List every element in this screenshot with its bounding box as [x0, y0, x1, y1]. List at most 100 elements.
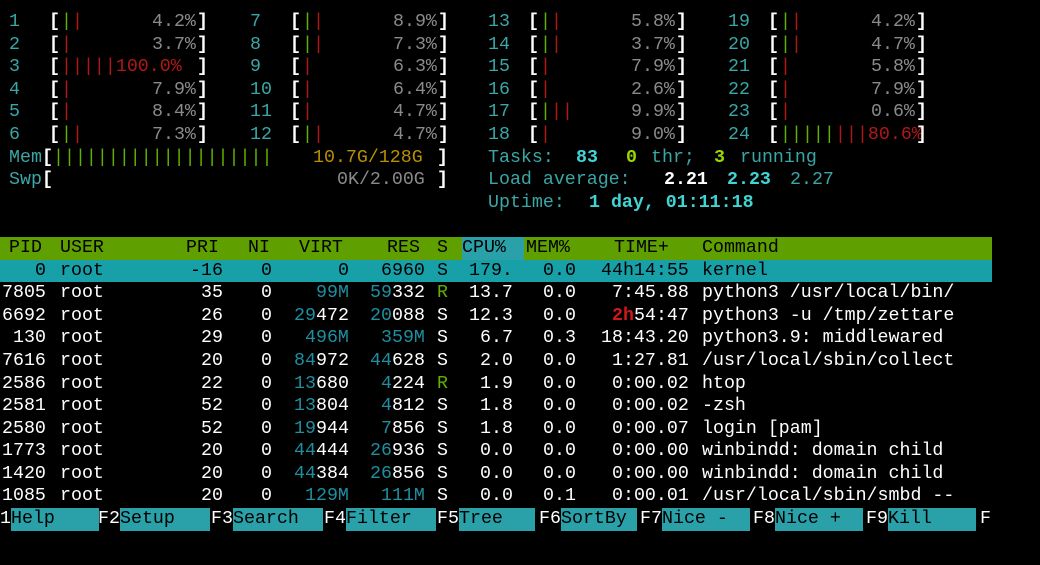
- fkey-label[interactable]: Nice -: [662, 508, 750, 531]
- col-res[interactable]: RES: [387, 237, 420, 260]
- cell-state: S: [437, 350, 448, 371]
- cpu-bar: |: [780, 34, 791, 55]
- cell-pid: 7616: [2, 350, 46, 371]
- cpu-bracket-close: ]: [197, 57, 208, 78]
- col-cpu[interactable]: CPU%: [462, 236, 524, 260]
- col-virt[interactable]: VIRT: [299, 237, 343, 260]
- cell-pri: 20: [201, 463, 223, 484]
- cell-command: winbindd: domain child: [702, 463, 944, 484]
- col-command[interactable]: Command: [702, 237, 779, 260]
- cpu-id: 12: [250, 124, 272, 145]
- col-time[interactable]: TIME+: [614, 237, 669, 260]
- cpu-percent: 9.0%: [631, 124, 675, 145]
- cpu-meter-row: 1[| | 4.2%] 7[| | 8.9%] 13[| | 5.8%] 19[| | 4.2%]: [0, 11, 1040, 34]
- fkey-nice-[interactable]: F7: [640, 508, 662, 531]
- cpu-bracket-open: [: [290, 34, 301, 55]
- fkey-tree[interactable]: F5: [437, 508, 459, 531]
- cell-pri: 26: [201, 305, 223, 326]
- table-row[interactable]: 1420 root 20 0 44 384 26 856 S 0.0 0.0 0:00.00 winbi…: [0, 463, 1040, 486]
- fkey-setup[interactable]: F2: [98, 508, 120, 531]
- cell-command: python3 -u /tmp/zettare: [702, 305, 955, 326]
- load-label: Load average:: [488, 170, 631, 191]
- table-row[interactable]: 2581 root 52 0 13 804 4 812 S 1.8 0.0 0:00.02 -zsh: [0, 395, 1040, 418]
- col-ni[interactable]: NI: [248, 237, 270, 260]
- col-pid[interactable]: PID: [9, 237, 42, 260]
- cpu-meter-row: 6[| | 7.3%] 12[| | 4.7%] 18[| 9.0%] 24[||||| |||8…: [0, 124, 1040, 147]
- cpu-bracket-open: [: [528, 102, 539, 123]
- cpu-bracket-close: ]: [197, 12, 208, 32]
- cell-time: 0:00.02: [612, 373, 689, 394]
- table-row[interactable]: 2586 root 22 0 13 680 4 224 R 1.9 0.0 0:00.02 htop: [0, 373, 1040, 396]
- cpu-percent: 7.9%: [631, 57, 675, 78]
- cpu-bar: |: [540, 79, 551, 100]
- mem-bar: ||||||||||||||||||||: [53, 147, 273, 168]
- cpu-percent: 7.3%: [152, 124, 196, 145]
- cpu-id: 16: [488, 79, 510, 100]
- fkey-help[interactable]: 1: [0, 508, 11, 531]
- cell-user: root: [60, 328, 104, 349]
- fkey-label[interactable]: Help: [11, 508, 99, 531]
- cpu-bar: |: [61, 79, 72, 100]
- swp-value: 0K/2.00G: [337, 170, 425, 191]
- cell-mem: 0.0: [543, 305, 576, 326]
- cpu-bracket-close: ]: [438, 34, 449, 55]
- cpu-bar: |: [540, 102, 551, 123]
- fkey-label[interactable]: Nice +: [775, 508, 863, 531]
- fkey-label[interactable]: Setup: [120, 508, 210, 531]
- cell-res: 936: [392, 441, 425, 462]
- cell-cpu: 12.3: [469, 305, 513, 326]
- table-row[interactable]: 7616 root 20 0 84 972 44 628 S 2.0 0.0 1:27.81/usr/…: [0, 350, 1040, 373]
- cell-virt: 972: [316, 350, 349, 371]
- cpu-id: 3: [9, 57, 20, 78]
- cpu-percent: 6.4%: [393, 79, 437, 100]
- cpu-bracket-close: ]: [916, 34, 927, 55]
- fkey-kill[interactable]: F9: [866, 508, 888, 531]
- cell-virt: 804: [316, 396, 349, 417]
- cpu-bar: |||||: [780, 124, 835, 145]
- process-table-header[interactable]: PID USER PRI NI VIRT RES S CPU% MEM% TIM…: [0, 236, 992, 260]
- fkey-label[interactable]: Kill: [888, 508, 976, 531]
- fkey-label[interactable]: Filter: [346, 508, 436, 531]
- cell-virt: 384: [316, 463, 349, 484]
- table-row[interactable]: 1773 root 20 0 44 444 26 936 S 0.0 0.0 0:00.00 winbi…: [0, 440, 1040, 463]
- cell-virt: 84: [294, 350, 316, 371]
- table-row[interactable]: 7805 root 35 0 99M 59 332 R 13.7 0.0 7:45.88 python…: [0, 282, 1040, 305]
- cpu-percent: 7.3%: [393, 34, 437, 55]
- cell-virt: 472: [316, 305, 349, 326]
- cell-cpu: 1.9: [480, 373, 513, 394]
- cpu-meters: 1[| | 4.2%] 7[| | 8.9%] 13[| | 5.8%] 19[| | 4.2%] 2[…: [0, 11, 1040, 147]
- fkey-search[interactable]: F3: [211, 508, 233, 531]
- cpu-percent: 3.7%: [631, 34, 675, 55]
- table-row[interactable]: 0 root -16 0 0 6960 S 179. 0.0 44h14:55 kernel: [0, 259, 992, 283]
- cell-virt: 944: [316, 418, 349, 439]
- cpu-bar: |: [540, 124, 551, 145]
- fkey-nice-[interactable]: F8: [753, 508, 775, 531]
- fkey-sortby[interactable]: F6: [539, 508, 561, 531]
- cell-ni: 0: [261, 418, 272, 439]
- tasks-label: Tasks:: [488, 147, 554, 168]
- cpu-bracket-open: [: [768, 57, 779, 78]
- fkey-label[interactable]: Search: [233, 508, 323, 531]
- table-row[interactable]: 2580 root 52 0 19 944 7 856 S 1.8 0.0 0:00.07 login …: [0, 418, 1040, 441]
- tasks-running: 3: [714, 147, 725, 168]
- cpu-bracket-close: ]: [197, 79, 208, 100]
- col-pri[interactable]: PRI: [186, 237, 219, 260]
- fkey-label[interactable]: SortBy: [561, 508, 637, 531]
- cpu-bracket-open: [: [528, 124, 539, 145]
- table-row[interactable]: 1085 root 20 0 129M 111M S 0.0 0.1 0:00.01/usr/lo…: [0, 485, 1040, 508]
- cell-pid: 1773: [2, 441, 46, 462]
- col-state[interactable]: S: [437, 237, 448, 260]
- cell-time: 0:00.02: [612, 396, 689, 417]
- table-row[interactable]: 6692 root 26 0 29 472 20 088 S 12.3 0.0 2h 54:47 pyth…: [0, 305, 1040, 328]
- fkey-label[interactable]: Tree: [459, 508, 535, 531]
- swp-label: Swp: [9, 170, 42, 191]
- table-row[interactable]: 130 root 29 0 496M 359M S 6.7 0.3 18:43.20 python3…: [0, 327, 1040, 350]
- col-mem[interactable]: MEM%: [526, 237, 570, 260]
- cell-state: R: [437, 283, 448, 304]
- cpu-bar: |: [302, 12, 313, 32]
- col-user[interactable]: USER: [60, 237, 104, 260]
- cpu-bracket-close: ]: [438, 124, 449, 145]
- fkey-filter[interactable]: F4: [324, 508, 346, 531]
- cell-pri: 20: [201, 486, 223, 507]
- fkey-f[interactable]: F: [980, 508, 991, 531]
